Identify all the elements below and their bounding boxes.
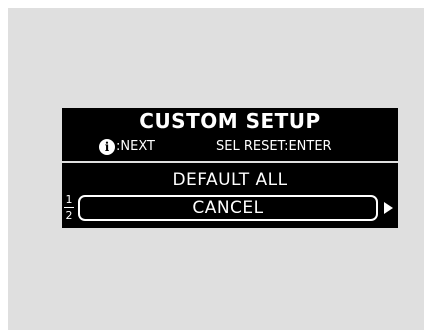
header: CUSTOM SETUP i :NEXT SEL RESET:ENTER: [62, 108, 398, 161]
reset-hint: SEL RESET:ENTER: [216, 139, 332, 154]
outer-panel: CUSTOM SETUP i :NEXT SEL RESET:ENTER DEF…: [8, 8, 424, 330]
page-indicator: 1 2: [63, 193, 75, 225]
triangle-right-icon[interactable]: [384, 202, 393, 214]
divider: [62, 161, 398, 163]
page-current: 1: [65, 193, 73, 206]
hint-row: i :NEXT SEL RESET:ENTER: [62, 137, 398, 157]
menu-item-default-all[interactable]: DEFAULT ALL: [62, 168, 398, 192]
page-title: CUSTOM SETUP: [139, 109, 321, 133]
menu-item-cancel[interactable]: CANCEL: [78, 195, 378, 221]
page-total: 2: [65, 209, 73, 222]
info-icon: i: [99, 139, 115, 155]
next-hint: :NEXT: [116, 139, 155, 154]
fraction-bar: [64, 207, 74, 208]
display-screen: CUSTOM SETUP i :NEXT SEL RESET:ENTER DEF…: [62, 108, 398, 228]
